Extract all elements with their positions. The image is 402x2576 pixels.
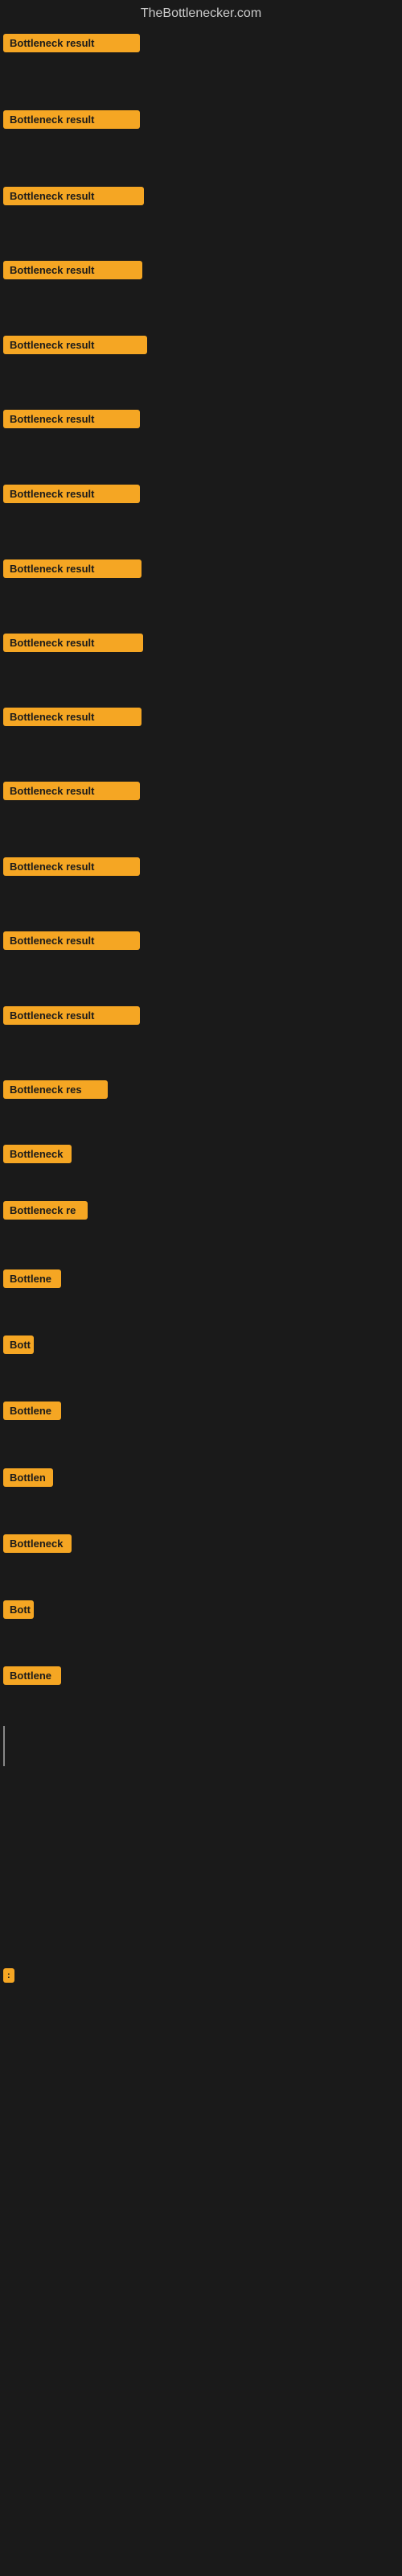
gap-before-line xyxy=(0,1694,402,1726)
mini-indicator: : xyxy=(3,1967,402,1983)
gap-17 xyxy=(0,1228,402,1265)
bottleneck-badge-11[interactable]: Bottleneck result xyxy=(3,782,140,800)
gap-8 xyxy=(0,587,402,629)
bottleneck-row-6: Bottleneck result xyxy=(3,410,402,432)
bottleneck-row-14: Bottleneck result xyxy=(3,1006,402,1029)
bottleneck-row-1: Bottleneck result xyxy=(3,34,402,56)
mini-badge[interactable]: : xyxy=(3,1968,14,1983)
empty-section-2 xyxy=(0,1983,402,2466)
bottleneck-row-8: Bottleneck result xyxy=(3,559,402,582)
bottleneck-row-9: Bottleneck result xyxy=(3,634,402,656)
gap-2 xyxy=(0,138,402,182)
bottleneck-row-20: Bottlene xyxy=(3,1402,402,1424)
site-title: TheBottlenecker.com xyxy=(0,0,402,29)
bottleneck-badge-18[interactable]: Bottlene xyxy=(3,1269,61,1288)
gap-23 xyxy=(0,1628,402,1662)
bottleneck-badge-5[interactable]: Bottleneck result xyxy=(3,336,147,354)
bottleneck-badge-6[interactable]: Bottleneck result xyxy=(3,410,140,428)
vertical-line-indicator xyxy=(3,1726,5,1766)
gap-3 xyxy=(0,214,402,256)
bottleneck-row-7: Bottleneck result xyxy=(3,485,402,507)
bottleneck-row-12: Bottleneck result xyxy=(3,857,402,880)
bottleneck-badge-2[interactable]: Bottleneck result xyxy=(3,110,140,129)
gap-22 xyxy=(0,1562,402,1596)
gap-20 xyxy=(0,1429,402,1463)
gap-5 xyxy=(0,363,402,405)
bottleneck-badge-21[interactable]: Bottlen xyxy=(3,1468,53,1487)
bottleneck-row-3: Bottleneck result xyxy=(3,187,402,209)
bottleneck-badge-3[interactable]: Bottleneck result xyxy=(3,187,144,205)
bottleneck-row-15: Bottleneck res xyxy=(3,1080,402,1103)
bottleneck-badge-15[interactable]: Bottleneck res xyxy=(3,1080,108,1099)
gap-4 xyxy=(0,288,402,331)
bottleneck-row-24: Bottlene xyxy=(3,1666,402,1689)
bottleneck-row-19: Bott xyxy=(3,1335,402,1358)
bottleneck-badge-13[interactable]: Bottleneck result xyxy=(3,931,140,950)
gap-7 xyxy=(0,512,402,555)
page-wrapper: TheBottlenecker.com Bottleneck result Bo… xyxy=(0,0,402,2576)
bottleneck-row-10: Bottleneck result xyxy=(3,708,402,730)
bottleneck-row-13: Bottleneck result xyxy=(3,931,402,954)
gap-16 xyxy=(0,1172,402,1196)
empty-section-1 xyxy=(0,1766,402,1967)
bottleneck-badge-7[interactable]: Bottleneck result xyxy=(3,485,140,503)
bottleneck-badge-19[interactable]: Bott xyxy=(3,1335,34,1354)
gap-13 xyxy=(0,959,402,1001)
bottleneck-row-11: Bottleneck result xyxy=(3,782,402,804)
gap-1 xyxy=(0,61,402,105)
bottleneck-badge-23[interactable]: Bott xyxy=(3,1600,34,1619)
gap-18 xyxy=(0,1297,402,1331)
bottleneck-badge-20[interactable]: Bottlene xyxy=(3,1402,61,1420)
bottleneck-row-4: Bottleneck result xyxy=(3,261,402,283)
bottleneck-badge-24[interactable]: Bottlene xyxy=(3,1666,61,1685)
bottleneck-row-2: Bottleneck result xyxy=(3,110,402,133)
bottleneck-row-17: Bottleneck re xyxy=(3,1201,402,1224)
bottleneck-badge-9[interactable]: Bottleneck result xyxy=(3,634,143,652)
bottleneck-badge-16[interactable]: Bottleneck xyxy=(3,1145,72,1163)
bottleneck-badge-1[interactable]: Bottleneck result xyxy=(3,34,140,52)
gap-14 xyxy=(0,1034,402,1075)
bottleneck-row-22: Bottleneck xyxy=(3,1534,402,1557)
gap-15 xyxy=(0,1108,402,1140)
gap-9 xyxy=(0,661,402,703)
bottleneck-badge-10[interactable]: Bottleneck result xyxy=(3,708,142,726)
bottleneck-row-23: Bott xyxy=(3,1600,402,1623)
bottleneck-badge-17[interactable]: Bottleneck re xyxy=(3,1201,88,1220)
bottleneck-badge-22[interactable]: Bottleneck xyxy=(3,1534,72,1553)
bottleneck-badge-8[interactable]: Bottleneck result xyxy=(3,559,142,578)
gap-11 xyxy=(0,809,402,852)
bottleneck-row-5: Bottleneck result xyxy=(3,336,402,358)
bottleneck-badge-12[interactable]: Bottleneck result xyxy=(3,857,140,876)
gap-10 xyxy=(0,735,402,777)
bottleneck-row-18: Bottlene xyxy=(3,1269,402,1292)
bottleneck-row-21: Bottlen xyxy=(3,1468,402,1491)
bottleneck-badge-4[interactable]: Bottleneck result xyxy=(3,261,142,279)
gap-19 xyxy=(0,1363,402,1397)
gap-6 xyxy=(0,437,402,480)
gap-21 xyxy=(0,1496,402,1530)
bottleneck-badge-14[interactable]: Bottleneck result xyxy=(3,1006,140,1025)
bottleneck-row-16: Bottleneck xyxy=(3,1145,402,1167)
gap-12 xyxy=(0,885,402,927)
